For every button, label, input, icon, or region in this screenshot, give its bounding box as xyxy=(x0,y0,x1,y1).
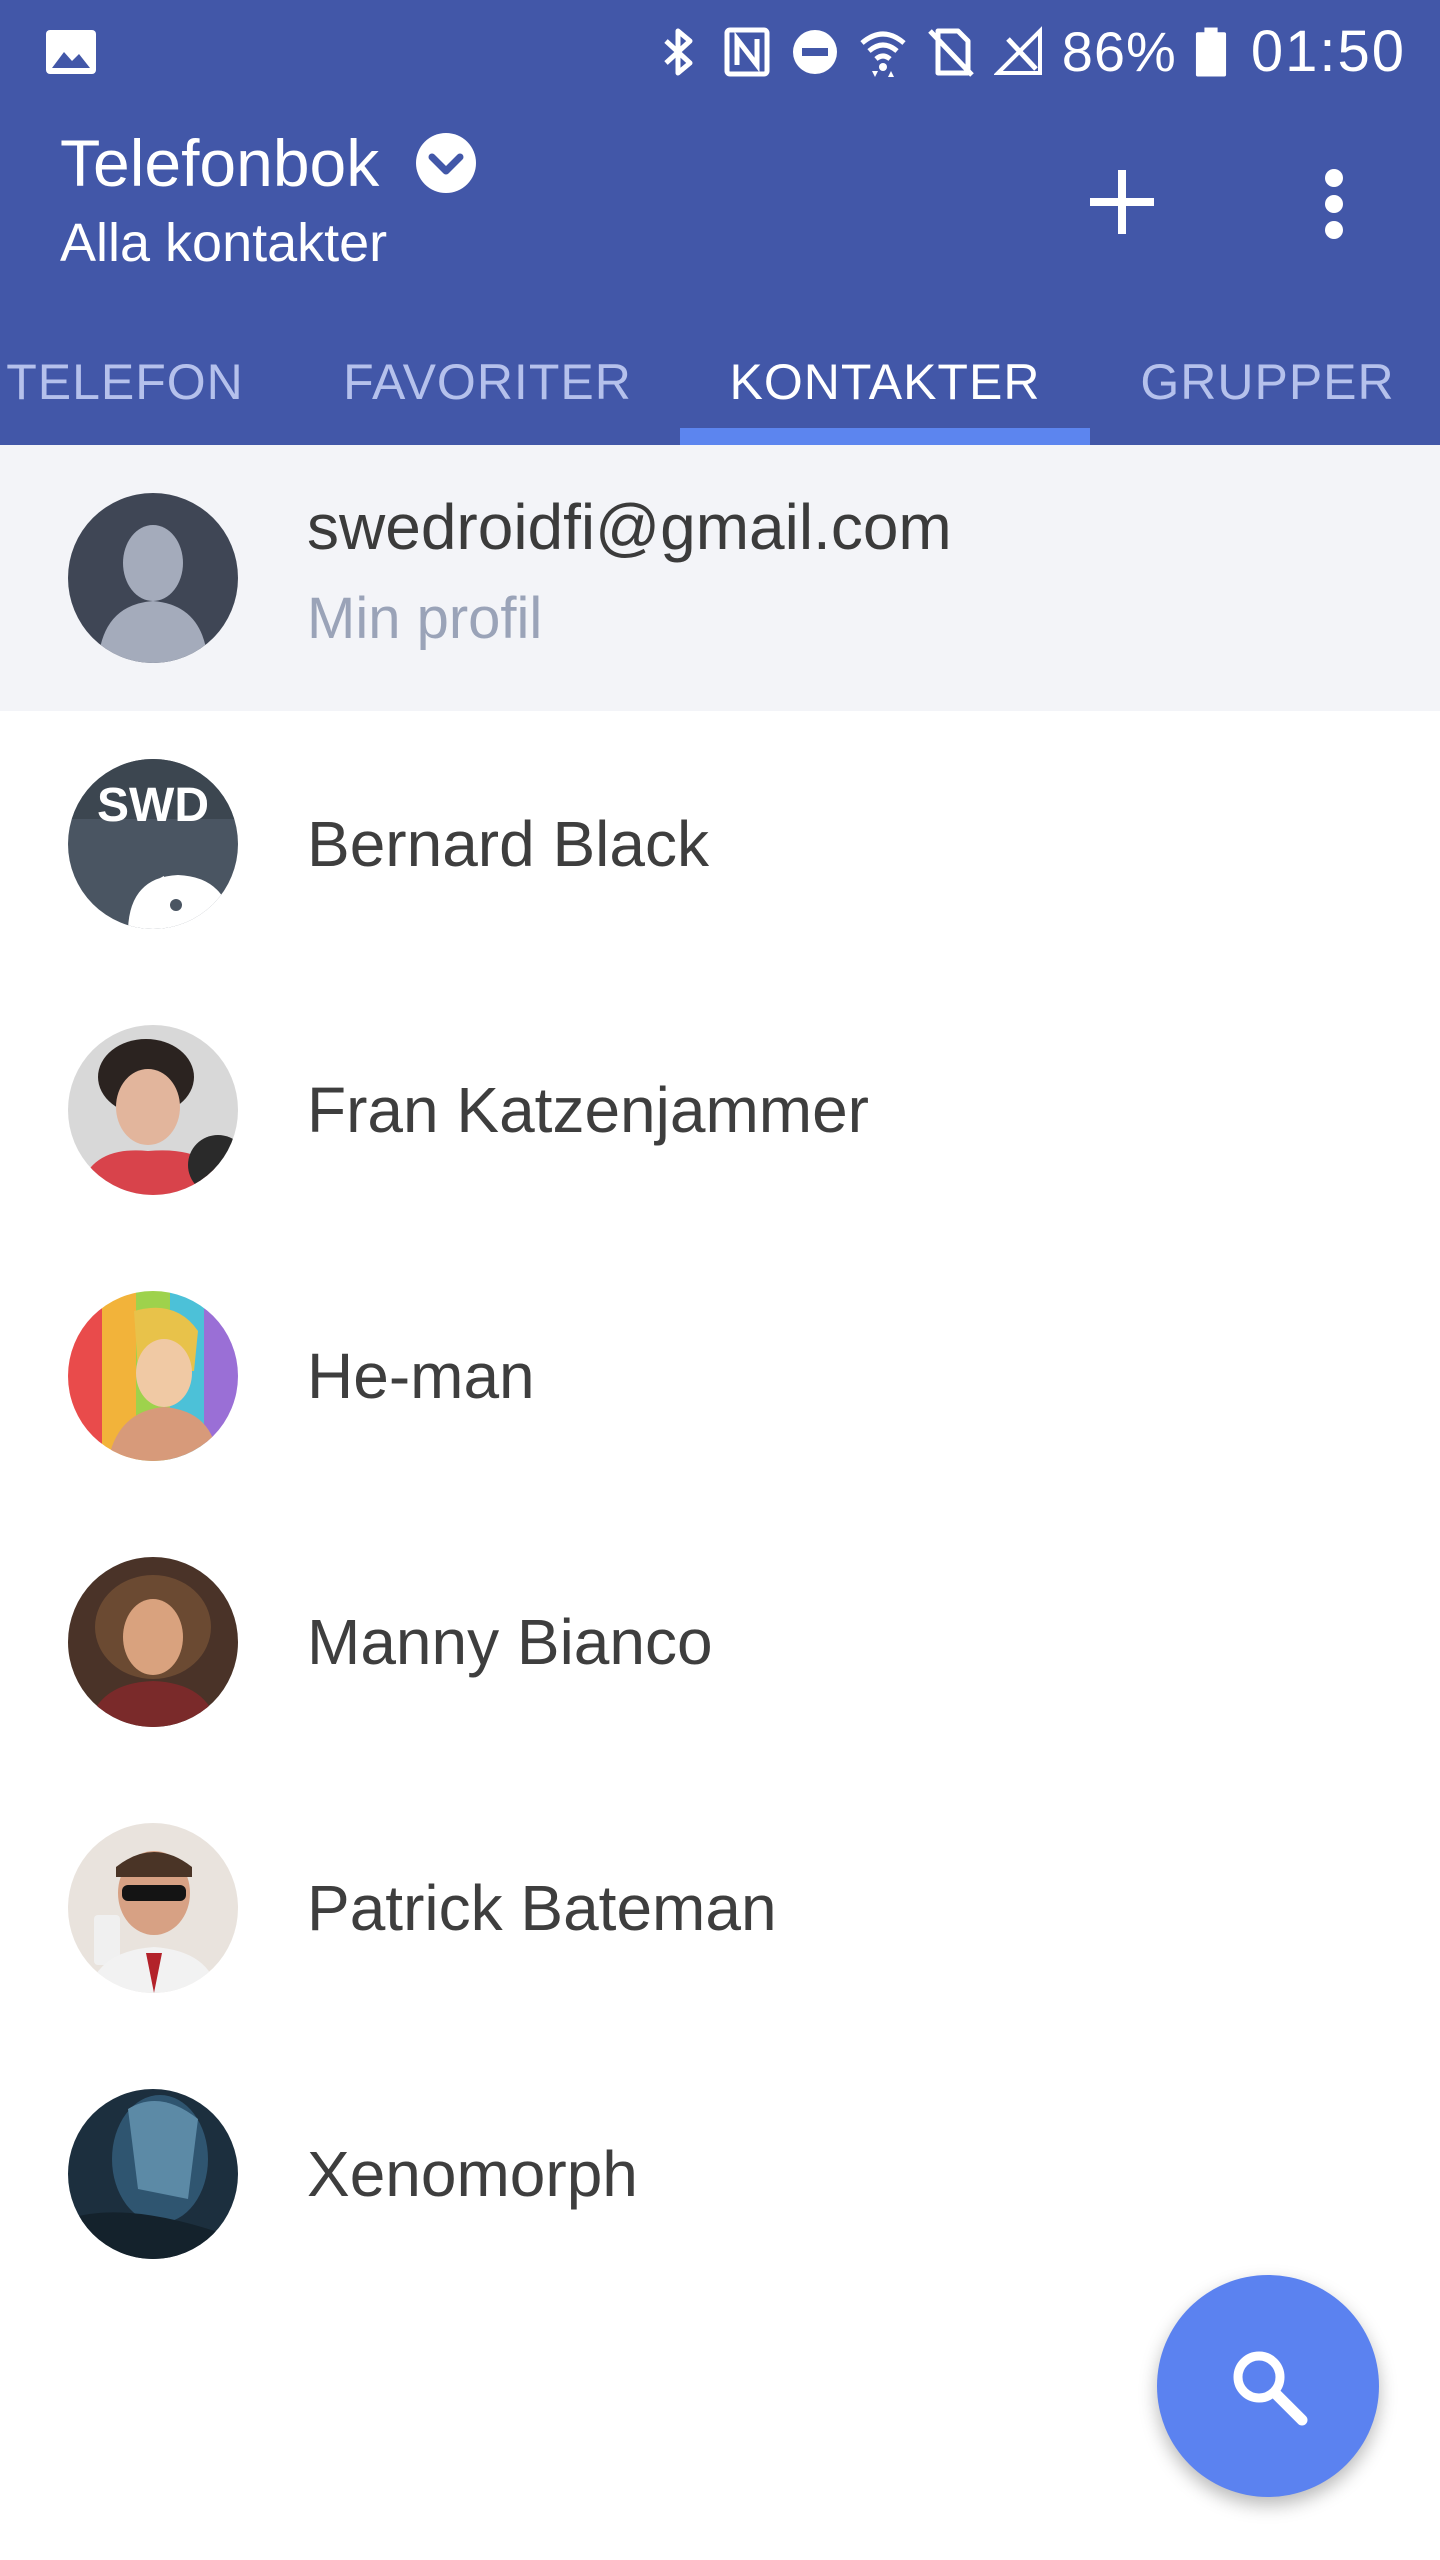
photo-avatar xyxy=(68,1025,238,1195)
search-icon xyxy=(1233,2351,1308,2426)
contact-row[interactable]: He-man xyxy=(0,1243,1440,1509)
search-fab-button[interactable] xyxy=(1157,2275,1379,2497)
contact-row[interactable]: SWD Bernard Black xyxy=(0,711,1440,977)
contact-name: He-man xyxy=(307,1340,535,1412)
app-title: Telefonbok xyxy=(60,126,380,200)
photo-avatar xyxy=(68,2089,238,2259)
contact-avatar: SWD xyxy=(68,759,238,929)
battery-percent: 86% xyxy=(1061,20,1177,83)
contact-name: Fran Katzenjammer xyxy=(307,1074,869,1146)
contact-name: Bernard Black xyxy=(307,808,709,880)
contact-avatar xyxy=(68,2089,238,2259)
contact-name: Manny Bianco xyxy=(307,1606,713,1678)
profile-email: swedroidfi@gmail.com xyxy=(307,491,952,563)
contact-row[interactable]: Fran Katzenjammer xyxy=(0,977,1440,1243)
contact-name: Xenomorph xyxy=(307,2138,638,2210)
contact-row[interactable]: Xenomorph xyxy=(0,2041,1440,2307)
tab-telefon[interactable]: TELEFON xyxy=(0,332,250,445)
do-not-disturb-icon xyxy=(792,30,837,74)
photo-avatar xyxy=(68,1291,238,1461)
status-bar: 86% 01:50 xyxy=(0,0,1440,105)
profile-avatar xyxy=(68,493,238,663)
swd-logo-avatar: SWD xyxy=(68,759,238,929)
my-profile-row[interactable]: swedroidfi@gmail.com Min profil xyxy=(0,445,1440,711)
contact-avatar xyxy=(68,1823,238,1993)
contact-avatar xyxy=(68,1025,238,1195)
clock: 01:50 xyxy=(1250,19,1406,84)
photo-avatar xyxy=(68,1557,238,1727)
bluetooth-icon xyxy=(664,28,693,76)
app-bar: 86% 01:50 Telefonbok Alla kontakter TELE… xyxy=(0,0,1440,445)
contact-row[interactable]: Manny Bianco xyxy=(0,1509,1440,1775)
gallery-icon xyxy=(46,30,96,74)
svg-text:SWD: SWD xyxy=(97,779,209,832)
status-icons: 86% 01:50 xyxy=(654,16,1406,88)
profile-subtitle: Min profil xyxy=(307,586,543,651)
chevron-down-icon[interactable] xyxy=(415,132,477,194)
battery-icon xyxy=(1195,27,1226,77)
contact-avatar xyxy=(68,1291,238,1461)
signal-off-icon xyxy=(993,26,1042,75)
tab-favoriter[interactable]: FAVORITER xyxy=(330,332,645,445)
add-icon[interactable] xyxy=(1082,162,1162,242)
person-placeholder-icon xyxy=(68,493,238,663)
contact-name: Patrick Bateman xyxy=(307,1872,777,1944)
tab-grupper[interactable]: GRUPPER xyxy=(1125,332,1410,445)
contact-row[interactable]: Patrick Bateman xyxy=(0,1775,1440,2041)
tab-indicator xyxy=(680,428,1090,445)
no-sim-icon xyxy=(927,28,974,77)
photo-avatar xyxy=(68,1823,238,1993)
nfc-icon xyxy=(724,27,770,77)
wifi-icon xyxy=(860,31,906,77)
app-subtitle: Alla kontakter xyxy=(60,213,388,273)
contact-avatar xyxy=(68,1557,238,1727)
more-vert-icon[interactable] xyxy=(1302,164,1366,244)
contacts-screen: 86% 01:50 Telefonbok Alla kontakter TELE… xyxy=(0,0,1440,2560)
app-title-block[interactable]: Telefonbok Alla kontakter xyxy=(60,118,477,276)
